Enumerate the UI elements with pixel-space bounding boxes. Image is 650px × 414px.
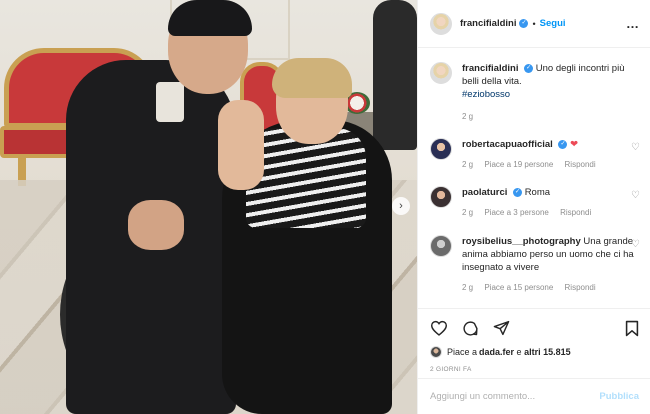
verified-icon: ✓ (519, 19, 529, 28)
post-header: francifialdini ✓ • Segui … (418, 0, 650, 48)
like-comment-icon[interactable]: ♡ (631, 190, 640, 201)
man-hair (168, 0, 252, 36)
red-heart-emoji: ❤ (570, 139, 579, 150)
avatar[interactable] (430, 62, 452, 84)
caption-time: 2 g (462, 112, 474, 121)
verified-icon: ✓ (524, 63, 534, 73)
woman-hair (272, 58, 352, 98)
comment-item: robertacapuaofficial ✓ ❤ 2 g Piace a 19 … (430, 138, 640, 171)
add-comment-bar: Aggiungi un commento... Pubblica (418, 378, 650, 414)
share-icon[interactable] (493, 320, 510, 336)
reply-button[interactable]: Rispondi (565, 160, 596, 169)
avatar[interactable] (430, 235, 452, 257)
author-username[interactable]: francifialdini (460, 18, 516, 29)
comment-username[interactable]: robertacapuaofficial (462, 139, 553, 150)
comment-likes[interactable]: Piace a 15 persone (484, 283, 553, 292)
comment-time: 2 g (462, 160, 474, 169)
caption: francifialdini ✓ Uno degli incontri più … (430, 62, 640, 123)
follow-button[interactable]: Segui (540, 18, 566, 29)
comment-time: 2 g (462, 208, 474, 217)
heart-icon[interactable] (430, 320, 448, 336)
comment-item: roysibelius__photography Una grande anim… (430, 235, 640, 294)
avatar[interactable] (430, 138, 452, 160)
reply-button[interactable]: Rispondi (560, 208, 591, 217)
man-shirt (156, 82, 184, 122)
avatar[interactable] (430, 12, 452, 35)
comment-time: 2 g (462, 283, 474, 292)
post-photo[interactable]: › (0, 0, 417, 414)
bookmark-icon[interactable] (625, 320, 639, 337)
comment-item: paolaturci ✓ Roma 2 g Piace a 3 persone … (430, 186, 640, 219)
comment-input[interactable]: Aggiungi un commento... (430, 391, 535, 402)
likes-summary: Piace a dada.fer e altri 15.815 (430, 346, 639, 358)
post-sidebar: francifialdini ✓ • Segui … francifialdin… (417, 0, 650, 414)
more-options-icon[interactable]: … (626, 16, 639, 31)
verified-icon: ✓ (513, 187, 523, 197)
comment-text: Roma (524, 187, 551, 198)
like-comment-icon[interactable]: ♡ (631, 239, 640, 250)
comment-username[interactable]: roysibelius__photography (462, 236, 581, 247)
avatar[interactable] (430, 346, 442, 358)
hashtag-link[interactable]: #eziobosso (462, 89, 510, 100)
avatar[interactable] (430, 186, 452, 208)
likes-others[interactable]: altri 15.815 (524, 347, 571, 357)
publish-button[interactable]: Pubblica (599, 391, 639, 402)
verified-icon: ✓ (558, 139, 568, 149)
separator-dot: • (532, 18, 536, 29)
caption-username[interactable]: francifialdini (462, 63, 518, 74)
comment-icon[interactable] (462, 320, 479, 337)
woman-arms (218, 100, 264, 190)
likes-user[interactable]: dada.fer (479, 347, 514, 357)
like-comment-icon[interactable]: ♡ (631, 142, 640, 153)
comment-likes[interactable]: Piace a 3 persone (484, 208, 549, 217)
next-image-button[interactable]: › (392, 197, 410, 215)
man-hands (128, 200, 184, 250)
comment-likes[interactable]: Piace a 19 persone (484, 160, 553, 169)
likes-and: e (514, 347, 525, 357)
likes-prefix: Piace a (447, 347, 478, 357)
chevron-right-icon: › (399, 199, 403, 212)
comment-username[interactable]: paolaturci (462, 187, 507, 198)
reply-button[interactable]: Rispondi (565, 283, 596, 292)
post-date[interactable]: 2 GIORNI FA (430, 366, 639, 373)
background-person (373, 0, 417, 150)
